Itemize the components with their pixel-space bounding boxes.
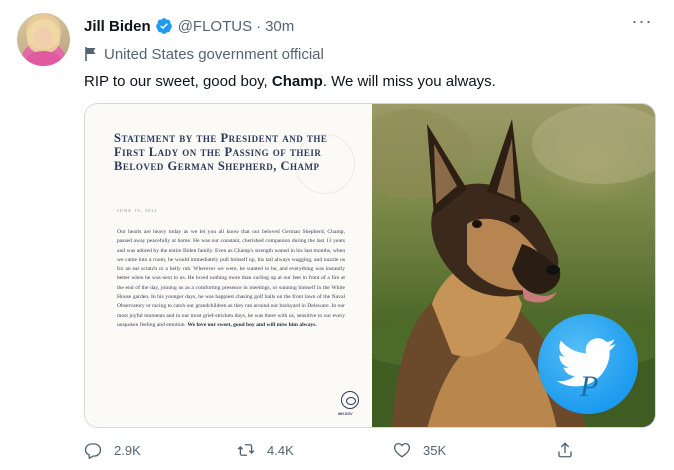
share-icon xyxy=(558,442,572,458)
reply-icon xyxy=(84,443,102,459)
white-house-seal-icon xyxy=(341,391,359,409)
avatar-shirt xyxy=(25,51,62,66)
tweet-image[interactable]: Statement by the President and the First… xyxy=(84,103,656,428)
retweet-button[interactable]: 4.4K xyxy=(237,441,294,459)
statement-document: Statement by the President and the First… xyxy=(85,104,372,427)
tweet[interactable]: Jill Biden @FLOTUS · 30m ··· United Stat… xyxy=(0,0,674,470)
tweet-text-bold: Champ xyxy=(271,73,323,90)
tweet-text-end: . We will miss you always. xyxy=(322,73,496,90)
verified-badge-icon xyxy=(155,18,172,34)
reply-button[interactable]: 2.9K xyxy=(84,441,141,459)
action-bar: 2.9K 4.4K 35K xyxy=(84,441,604,463)
like-icon xyxy=(393,442,411,458)
account-label: United States government official xyxy=(84,44,324,64)
statement-body: Our hearts are heavy today as we let you… xyxy=(117,228,345,330)
account-label-text: United States government official xyxy=(104,45,324,63)
statement-body-text: Our hearts are heavy today as we let you… xyxy=(117,229,345,328)
statement-title: Statement by the President and the First… xyxy=(114,131,328,173)
retweet-icon xyxy=(237,444,255,456)
like-button[interactable]: 35K xyxy=(393,441,446,459)
retweet-count: 4.4K xyxy=(267,442,294,458)
government-flag-icon xyxy=(85,47,96,61)
reply-count: 2.9K xyxy=(114,442,141,458)
separator-dot: · xyxy=(256,17,262,35)
like-count: 35K xyxy=(423,442,447,458)
timestamp[interactable]: 30m xyxy=(265,18,294,35)
twitter-bird-badge: P xyxy=(538,314,638,414)
tweet-header: Jill Biden @FLOTUS · 30m xyxy=(84,16,294,36)
tweet-text: RIP to our sweet, good boy, Champ. We wi… xyxy=(84,72,496,92)
display-name[interactable]: Jill Biden xyxy=(84,18,151,35)
script-p-glyph: P xyxy=(579,370,598,403)
twitter-bird-icon: P xyxy=(556,338,616,403)
avatar[interactable] xyxy=(17,13,70,66)
more-icon[interactable]: ··· xyxy=(630,12,654,32)
statement-closing: We love our sweet, good boy and will mis… xyxy=(187,321,317,328)
seal-label: WH.GOV xyxy=(338,412,353,416)
share-button[interactable] xyxy=(556,441,586,459)
tweet-text-start: RIP to our sweet, good boy, xyxy=(84,73,272,90)
handle[interactable]: @FLOTUS xyxy=(178,18,252,35)
avatar-face xyxy=(34,27,53,49)
statement-date: JUNE 19, 2021 xyxy=(117,208,158,213)
